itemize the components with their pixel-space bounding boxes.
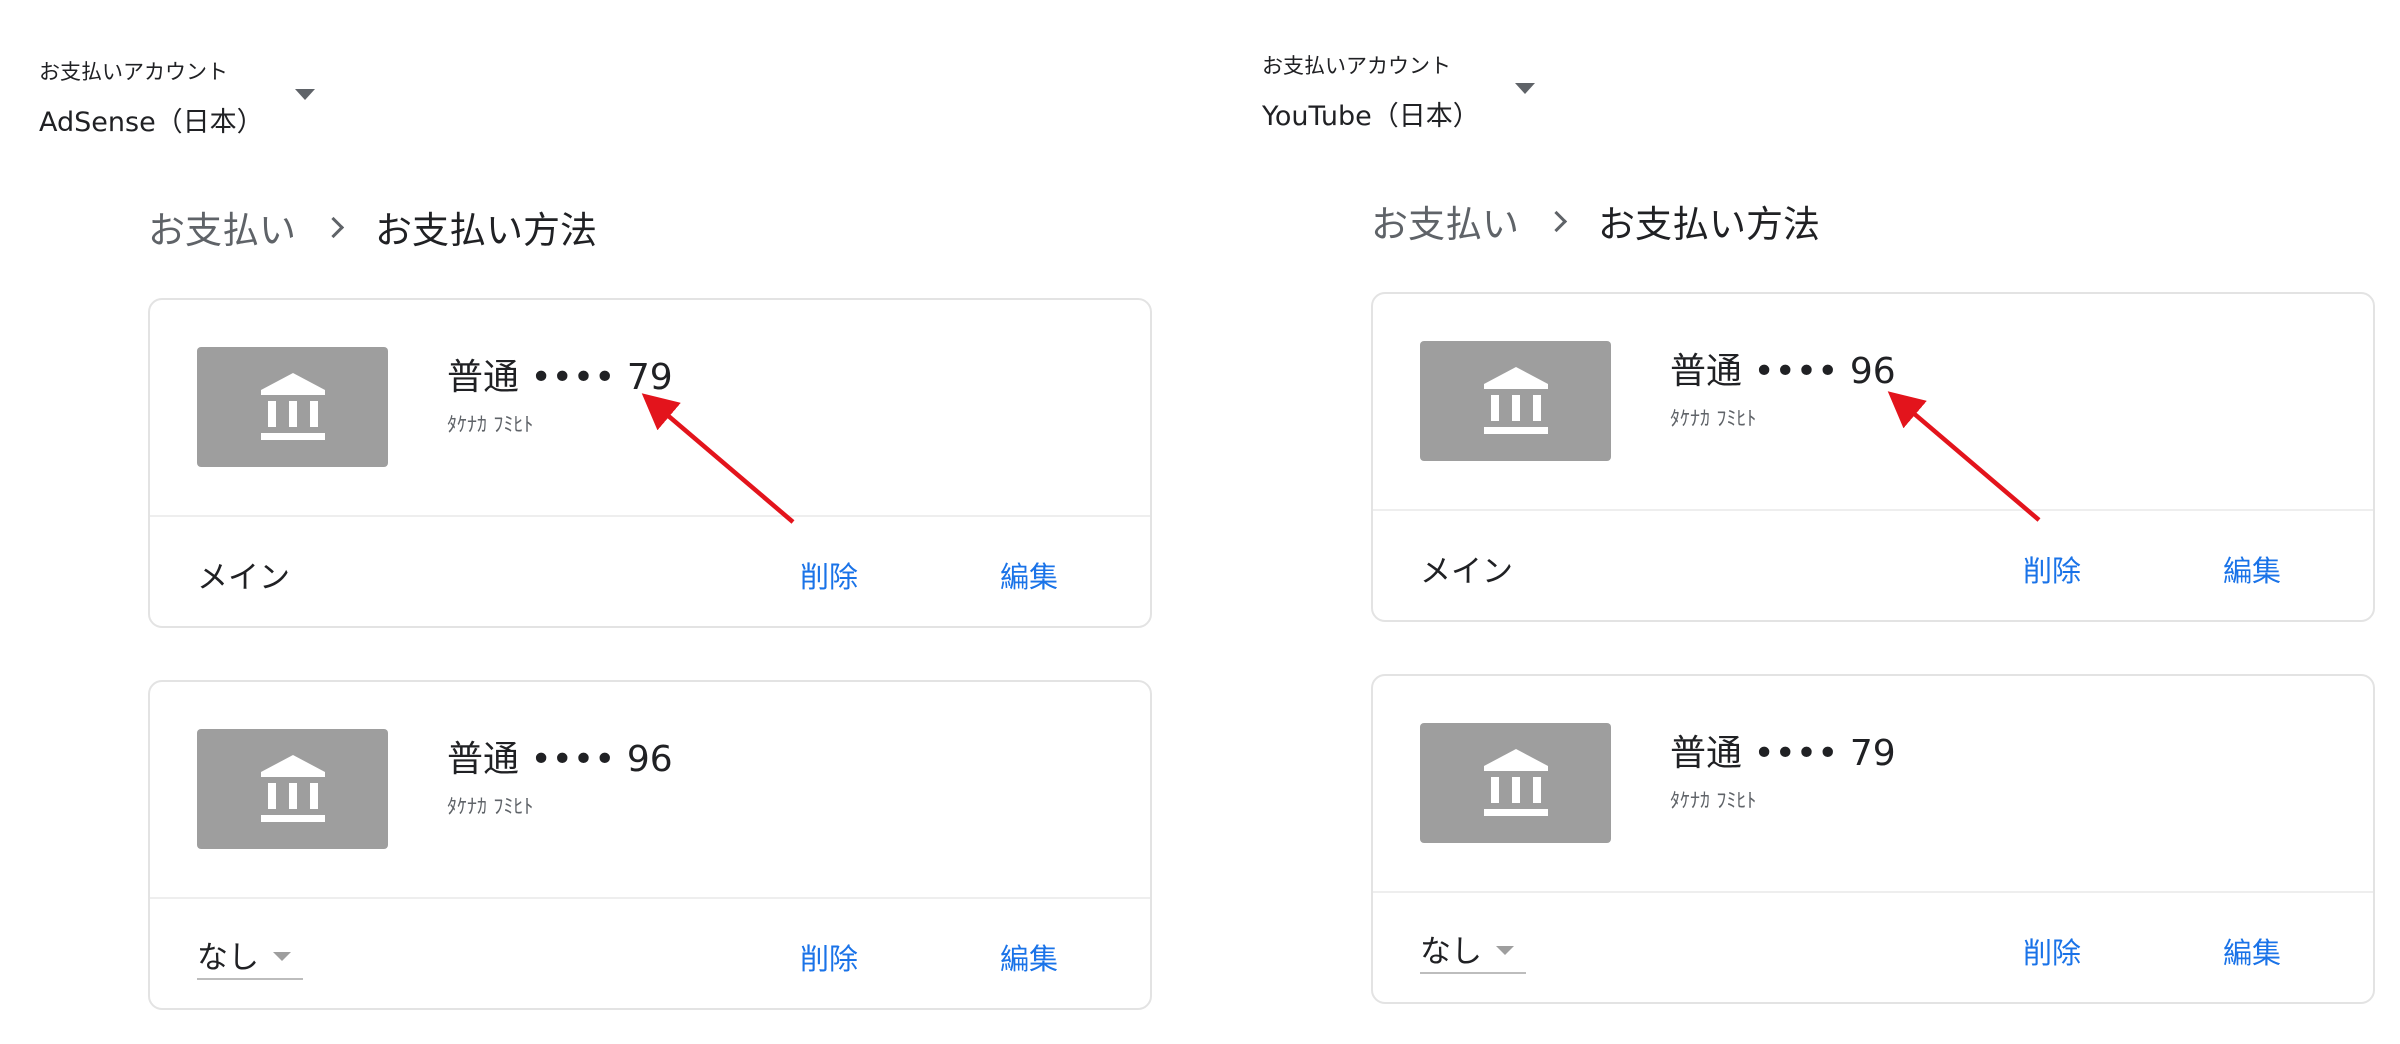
edit-button[interactable]: 編集 <box>2223 930 2281 972</box>
payment-method-summary: 普通 •••• 96 ﾀｹﾅｶ ﾌﾐﾋﾄ <box>150 682 1150 897</box>
card-divider <box>150 897 1150 899</box>
breadcrumb-root-link[interactable]: お支払い <box>148 200 296 254</box>
page-title: お支払い方法 <box>375 209 597 252</box>
payment-panel-adsense: お支払いアカウント AdSense（日本） お支払い お支払い方法 普通 •••… <box>0 0 1200 1044</box>
payment-account-selector[interactable]: お支払いアカウント AdSense（日本） <box>39 56 264 139</box>
bank-icon-tile <box>1420 341 1611 461</box>
dropdown-arrow-icon[interactable] <box>295 89 315 100</box>
account-holder: ﾀｹﾅｶ ﾌﾐﾋﾄ <box>447 412 534 436</box>
dropdown-arrow-icon <box>273 952 291 961</box>
bank-icon-tile <box>197 347 388 467</box>
delete-button[interactable]: 削除 <box>2023 930 2081 972</box>
chevron-right-icon <box>322 216 345 238</box>
breadcrumb-root-link[interactable]: お支払い <box>1371 194 1519 248</box>
card-divider <box>1373 509 2373 511</box>
delete-button[interactable]: 削除 <box>800 554 858 596</box>
account-holder: ﾀｹﾅｶ ﾌﾐﾋﾄ <box>1670 406 1757 430</box>
payment-account-label: お支払いアカウント <box>1262 54 1451 78</box>
payment-method-card: 普通 •••• 96 ﾀｹﾅｶ ﾌﾐﾋﾄ メイン 削除 編集 <box>1371 292 2375 622</box>
dropdown-arrow-icon[interactable] <box>1515 83 1535 94</box>
edit-button[interactable]: 編集 <box>2223 548 2281 590</box>
delete-button[interactable]: 削除 <box>800 936 858 978</box>
status-select[interactable]: なし <box>197 932 303 980</box>
payment-method-card: 普通 •••• 79 ﾀｹﾅｶ ﾌﾐﾋﾄ メイン 削除 編集 <box>148 298 1152 628</box>
account-holder: ﾀｹﾅｶ ﾌﾐﾋﾄ <box>1670 788 1757 812</box>
edit-button[interactable]: 編集 <box>1000 936 1058 978</box>
bank-icon <box>1483 367 1548 434</box>
account-number: 普通 •••• 79 <box>1670 733 1896 774</box>
status-select-value: なし <box>1420 934 1482 970</box>
payment-account-selector[interactable]: お支払いアカウント YouTube（日本） <box>1262 50 1480 133</box>
payment-account-value: YouTube（日本） <box>1262 101 1480 132</box>
payment-method-card: 普通 •••• 79 ﾀｹﾅｶ ﾌﾐﾋﾄ なし 削除 編集 <box>1371 674 2375 1004</box>
bank-icon-tile <box>1420 723 1611 843</box>
chevron-right-icon <box>1545 210 1568 232</box>
payment-account-label: お支払いアカウント <box>39 60 228 84</box>
bank-icon <box>260 373 325 440</box>
breadcrumb: お支払い お支払い方法 <box>1371 194 1820 248</box>
bank-icon-tile <box>197 729 388 849</box>
primary-status-label: メイン <box>197 560 290 596</box>
bank-icon <box>260 755 325 822</box>
edit-button[interactable]: 編集 <box>1000 554 1058 596</box>
account-holder: ﾀｹﾅｶ ﾌﾐﾋﾄ <box>447 794 534 818</box>
primary-status-label: メイン <box>1420 554 1513 590</box>
account-number: 普通 •••• 96 <box>447 739 673 780</box>
status-select[interactable]: なし <box>1420 926 1526 974</box>
dropdown-arrow-icon <box>1496 946 1514 955</box>
payment-method-summary: 普通 •••• 96 ﾀｹﾅｶ ﾌﾐﾋﾄ <box>1373 294 2373 509</box>
account-number: 普通 •••• 79 <box>447 357 673 398</box>
card-divider <box>1373 891 2373 893</box>
payment-panel-youtube: お支払いアカウント YouTube（日本） お支払い お支払い方法 普通 •••… <box>1224 0 2400 1044</box>
payment-method-card: 普通 •••• 96 ﾀｹﾅｶ ﾌﾐﾋﾄ なし 削除 編集 <box>148 680 1152 1010</box>
bank-icon <box>1483 749 1548 816</box>
payment-account-value: AdSense（日本） <box>39 107 264 138</box>
breadcrumb: お支払い お支払い方法 <box>148 200 597 254</box>
status-select-value: なし <box>197 940 259 976</box>
page-title: お支払い方法 <box>1598 203 1820 246</box>
account-number: 普通 •••• 96 <box>1670 351 1896 392</box>
payment-method-summary: 普通 •••• 79 ﾀｹﾅｶ ﾌﾐﾋﾄ <box>1373 676 2373 891</box>
delete-button[interactable]: 削除 <box>2023 548 2081 590</box>
payment-method-summary: 普通 •••• 79 ﾀｹﾅｶ ﾌﾐﾋﾄ <box>150 300 1150 515</box>
card-divider <box>150 515 1150 517</box>
